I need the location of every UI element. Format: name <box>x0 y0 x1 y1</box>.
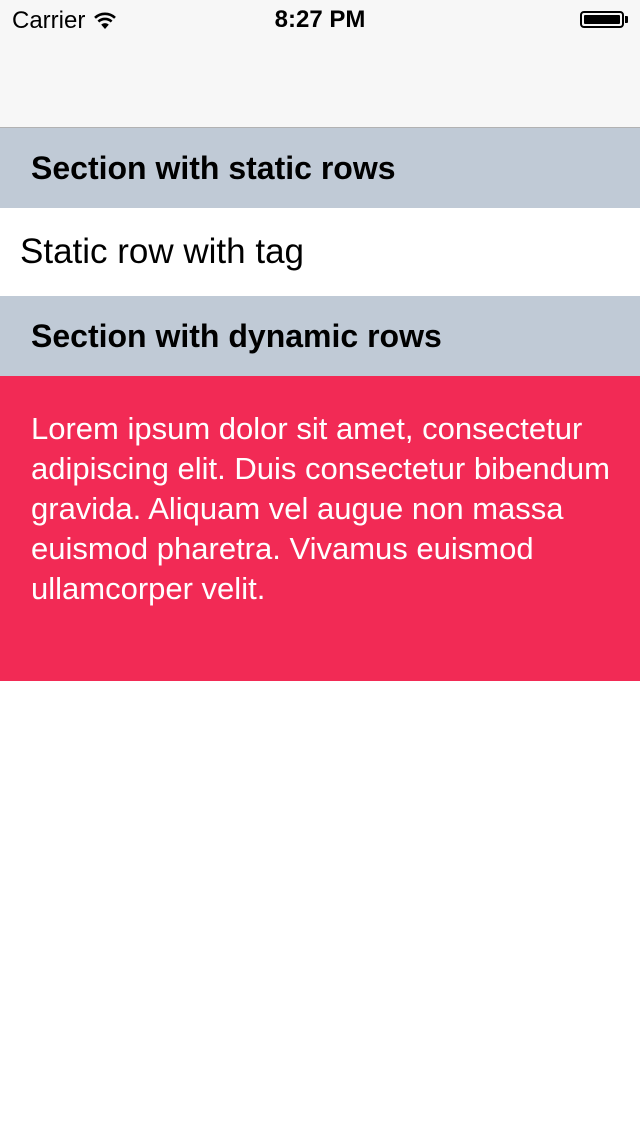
battery-icon <box>580 11 628 28</box>
clock: 8:27 PM <box>274 6 366 33</box>
section-header-dynamic: Section with dynamic rows <box>0 296 640 376</box>
section-header-title: Section with static rows <box>31 149 396 186</box>
screen: Carrier 8:27 PM Section with static rows… <box>0 0 640 1136</box>
section-header-static: Section with static rows <box>0 128 640 208</box>
battery-body <box>580 11 624 28</box>
table-row-dynamic[interactable]: Lorem ipsum dolor sit amet, consectetur … <box>0 376 640 681</box>
section-header-title: Section with dynamic rows <box>31 317 442 354</box>
table-view[interactable]: Section with static rows Static row with… <box>0 128 640 681</box>
navigation-bar: Carrier 8:27 PM <box>0 0 640 128</box>
table-row-static[interactable]: Static row with tag <box>0 208 640 296</box>
row-text: Lorem ipsum dolor sit amet, consectetur … <box>31 411 610 606</box>
battery-fill <box>584 15 620 24</box>
status-bar: Carrier 8:27 PM <box>0 0 640 40</box>
battery-tip <box>625 16 628 23</box>
row-label: Static row with tag <box>20 232 304 271</box>
